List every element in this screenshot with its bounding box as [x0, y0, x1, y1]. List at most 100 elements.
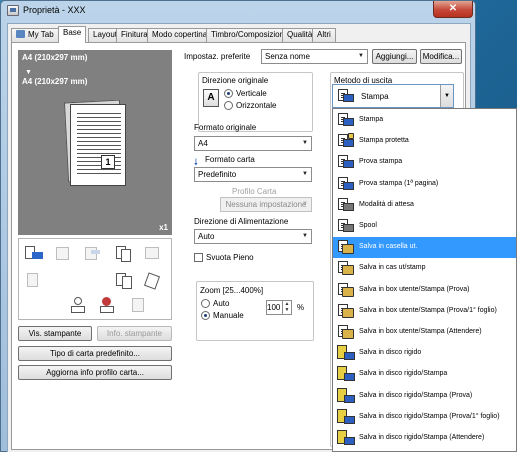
- zoom-auto-radio[interactable]: [201, 299, 210, 308]
- preview-page-number: 1: [101, 155, 115, 169]
- preview-original-size: A4 (210x297 mm): [22, 53, 88, 62]
- tab-altri[interactable]: Altri: [312, 28, 336, 42]
- zoom-unit: %: [297, 303, 305, 312]
- wait-mode-icon: [337, 197, 355, 213]
- output-method-option[interactable]: Prova stampa: [333, 152, 516, 173]
- output-method-option[interactable]: Salva in disco rigido/Stampa (Prova/1° f…: [333, 407, 516, 428]
- booklet-icon[interactable]: [143, 245, 163, 263]
- output-method-option-label: Modalità di attesa: [359, 201, 414, 208]
- output-method-option-label: Stampa protetta: [359, 137, 409, 144]
- orientation-portrait-radio[interactable]: [224, 89, 233, 98]
- output-method-option[interactable]: Spool: [333, 216, 516, 237]
- output-method-option-label: Salva in disco rigido/Stampa: [359, 370, 448, 377]
- edit-preference-button[interactable]: Modifica...: [420, 49, 462, 64]
- punch-icon[interactable]: [24, 272, 44, 290]
- chevron-down-icon[interactable]: ▼: [440, 85, 453, 107]
- spin-down-icon[interactable]: ▼: [283, 307, 291, 313]
- layout-icon[interactable]: [115, 272, 135, 290]
- output-method-list: Stampa Stampa protetta Prova stampa Prova s…: [332, 108, 517, 452]
- output-method-option[interactable]: Salva in casella ut.: [333, 237, 516, 258]
- tab-label: Modo copertina: [152, 30, 208, 39]
- output-print-icon[interactable]: [24, 245, 44, 263]
- output-method-option[interactable]: Salva in cas ut/stamp: [333, 258, 516, 279]
- printer-app-icon: [7, 5, 19, 16]
- fold-icon[interactable]: [143, 272, 163, 290]
- staple-icon[interactable]: [83, 245, 103, 263]
- spool-icon: [337, 218, 355, 234]
- orientation-landscape-label: Orizzontale: [236, 101, 277, 110]
- output-method-option-label: Salva in disco rigido/Stampa (Attendere): [359, 434, 485, 441]
- output-method-option[interactable]: Salva in box utente/Stampa (Prova): [333, 280, 516, 301]
- hard-disk-proof-first-icon: [337, 409, 355, 425]
- zoom-value: 100: [267, 303, 281, 312]
- page-preview: A4 (210x297 mm) ▼ A4 (210x297 mm) 1 x1: [18, 50, 172, 235]
- feed-direction-label: Direzione di Alimentazione: [194, 217, 289, 226]
- paper-profile-label: Profilo Carta: [232, 187, 277, 196]
- stamp-icon[interactable]: [129, 297, 149, 315]
- hard-disk-icon: [337, 345, 355, 361]
- output-method-option[interactable]: Salva in disco rigido: [333, 343, 516, 364]
- paper-tray-icon[interactable]: [53, 245, 73, 263]
- output-method-option-label: Salva in disco rigido: [359, 349, 422, 356]
- output-method-option[interactable]: Modalità di attesa: [333, 195, 516, 216]
- output-method-option[interactable]: Salva in box utente/Stampa (Prova/1° fog…: [333, 301, 516, 322]
- add-preference-button[interactable]: Aggiungi...: [372, 49, 417, 64]
- paper-size-value: Predefinito: [198, 170, 237, 179]
- proof-print-icon: [337, 154, 355, 170]
- chevron-down-icon: ▼: [302, 233, 308, 239]
- account-track-icon[interactable]: [98, 297, 118, 315]
- orientation-label: Direzione originale: [202, 76, 269, 85]
- output-method-option-label: Salva in casella ut.: [359, 243, 418, 250]
- output-method-option[interactable]: Salva in box utente/Stampa (Attendere): [333, 322, 516, 343]
- orientation-landscape-radio[interactable]: [224, 101, 233, 110]
- chevron-down-icon: ▼: [302, 140, 308, 146]
- window-title: Proprietà - XXX: [23, 5, 86, 15]
- preferences-label: Impostaz. preferite: [184, 52, 251, 61]
- zoom-manual-radio[interactable]: [201, 311, 210, 320]
- duplex-icon[interactable]: [115, 245, 135, 263]
- zoom-value-input[interactable]: 100: [266, 300, 283, 315]
- user-auth-icon[interactable]: [69, 297, 89, 315]
- tab-my-tab[interactable]: My Tab: [11, 28, 59, 42]
- original-size-dropdown[interactable]: A4 ▼: [194, 136, 312, 151]
- output-method-option-label: Salva in box utente/Stampa (Attendere): [359, 328, 482, 335]
- preview-output-size: A4 (210x297 mm): [22, 77, 88, 86]
- preferences-value: Senza nome: [265, 52, 310, 61]
- save-box-wait-icon: [337, 324, 355, 340]
- output-method-option[interactable]: Salva in disco rigido/Stampa (Prova): [333, 386, 516, 407]
- output-method-option[interactable]: Stampa protetta: [333, 131, 516, 152]
- feed-direction-dropdown[interactable]: Auto ▼: [194, 229, 312, 244]
- tab-modo-copertina[interactable]: Modo copertina: [147, 28, 213, 42]
- paper-profile-value: Nessuna impostazione: [225, 200, 307, 209]
- tab-base[interactable]: Base: [58, 26, 87, 43]
- output-method-option[interactable]: Salva in disco rigido/Stampa (Attendere): [333, 428, 516, 449]
- output-method-option[interactable]: Salva in disco rigido/Stampa: [333, 364, 516, 385]
- paper-size-label: Formato carta: [205, 155, 255, 164]
- output-method-value: Stampa: [361, 92, 389, 101]
- print-icon: [337, 88, 355, 104]
- preview-page: 1: [70, 104, 126, 186]
- empty-full-checkbox[interactable]: [194, 253, 203, 262]
- close-button[interactable]: ✕: [433, 1, 473, 18]
- function-icons-panel: [18, 238, 172, 320]
- printer-view-button[interactable]: Vis. stampante: [18, 326, 92, 341]
- zoom-spinner[interactable]: ▲ ▼: [282, 300, 292, 315]
- default-paper-type-button[interactable]: Tipo di carta predefinito...: [18, 346, 172, 361]
- paper-size-dropdown[interactable]: Predefinito ▼: [194, 167, 312, 182]
- tab-timbro-composizione[interactable]: Timbro/Composizione: [206, 28, 294, 42]
- output-method-option-label: Salva in cas ut/stamp: [359, 264, 426, 271]
- output-method-option-label: Prova stampa: [359, 158, 403, 165]
- output-method-dropdown[interactable]: Stampa ▼: [332, 84, 454, 108]
- output-method-option[interactable]: Prova stampa (1ª pagina): [333, 174, 516, 195]
- tab-label: Base: [63, 28, 82, 37]
- output-method-option[interactable]: Stampa: [333, 110, 516, 131]
- orientation-portrait-label: Verticale: [236, 89, 267, 98]
- update-paper-profile-button[interactable]: Aggiorna info profilo carta...: [18, 365, 172, 380]
- title-bar[interactable]: Proprietà - XXX ✕: [1, 1, 475, 21]
- printer-info-button[interactable]: Info. stampante: [97, 326, 172, 341]
- save-box-print-icon: [337, 260, 355, 276]
- preferences-dropdown[interactable]: Senza nome ▼: [261, 49, 368, 64]
- zoom-manual-label: Manuale: [213, 311, 244, 320]
- print-icon: [337, 112, 355, 128]
- paper-profile-dropdown[interactable]: Nessuna impostazione ▼: [220, 197, 312, 212]
